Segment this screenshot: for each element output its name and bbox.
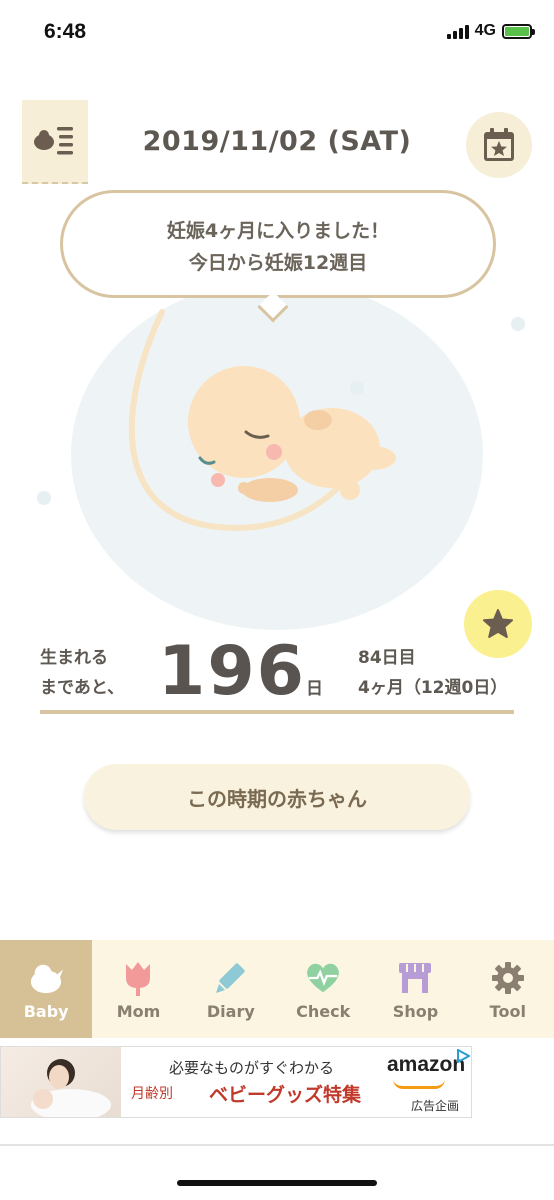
star-icon (483, 609, 513, 638)
gear-icon (490, 960, 526, 996)
ad-choices-icon[interactable] (456, 1049, 470, 1063)
amazon-logo: amazon (387, 1053, 466, 1076)
heart-pulse-icon (305, 960, 341, 996)
signal-icon (446, 23, 469, 39)
tab-baby[interactable]: Baby (0, 940, 93, 1038)
tab-shop[interactable]: Shop (369, 940, 461, 1038)
ad-banner[interactable]: 必要なものがすぐわかる 月齢別 ベビーグッズ特集 amazon 広告企画 (0, 1046, 472, 1118)
status-indicators: 4G (446, 22, 535, 40)
tab-mom[interactable]: Mom (92, 940, 184, 1038)
tab-diary[interactable]: Diary (185, 940, 277, 1038)
ad-divider (0, 1144, 554, 1146)
tab-label: Shop (392, 1002, 439, 1021)
countdown-left-label: 生まれる まであと、 (40, 643, 124, 703)
days-remaining: 196 (158, 632, 306, 711)
countdown-left-line-1: 生まれる (40, 648, 108, 668)
tab-label: Diary (206, 1002, 255, 1021)
tab-label: Baby (23, 1002, 69, 1021)
tulip-icon (120, 960, 156, 996)
tab-bar: Baby Mom Diary Check Shop Tool (0, 940, 554, 1038)
battery-icon (502, 23, 535, 39)
ad-photo (1, 1047, 121, 1117)
tab-label: Tool (489, 1002, 526, 1021)
tab-label: Mom (116, 1002, 161, 1021)
pencil-icon (213, 960, 249, 996)
amazon-smile-icon (393, 1079, 445, 1089)
bird-icon (28, 960, 64, 996)
ad-tag: 広告企画 (411, 1099, 460, 1113)
milestone-bubble: 妊娠4ヶ月に入りました！ 今日から妊娠12週目 (60, 190, 496, 298)
tab-label: Check (296, 1002, 351, 1021)
ad-subtitle: ベビーグッズ特集 (209, 1084, 362, 1106)
fetus-illustration (37, 290, 525, 630)
ad-headline: 必要なものがすぐわかる (169, 1059, 335, 1077)
shop-icon (397, 960, 433, 996)
ad-subtitle-prefix: 月齢別 (131, 1086, 173, 1102)
countdown-left-line-2: まであと、 (40, 678, 125, 698)
calendar-icon (484, 128, 514, 161)
pregnancy-progress: 84日目 4ヶ月（12週0日） (358, 643, 507, 703)
pregnancy-month-week: 4ヶ月（12週0日） (358, 678, 508, 698)
calendar-button[interactable] (466, 112, 532, 178)
bubble-line-1: 妊娠4ヶ月に入りました！ (166, 220, 390, 242)
network-label: 4G (474, 22, 496, 39)
divider (40, 710, 514, 714)
days-unit: 日 (306, 679, 323, 699)
bubble-line-2: 今日から妊娠12週目 (188, 252, 368, 274)
tab-tool[interactable]: Tool (462, 940, 554, 1038)
pregnancy-day: 84日目 (358, 648, 416, 668)
baby-this-period-button[interactable]: この時期の赤ちゃん (84, 764, 470, 830)
status-time: 6:48 (44, 20, 87, 43)
tab-check[interactable]: Check (277, 940, 369, 1038)
home-indicator (177, 1180, 377, 1186)
